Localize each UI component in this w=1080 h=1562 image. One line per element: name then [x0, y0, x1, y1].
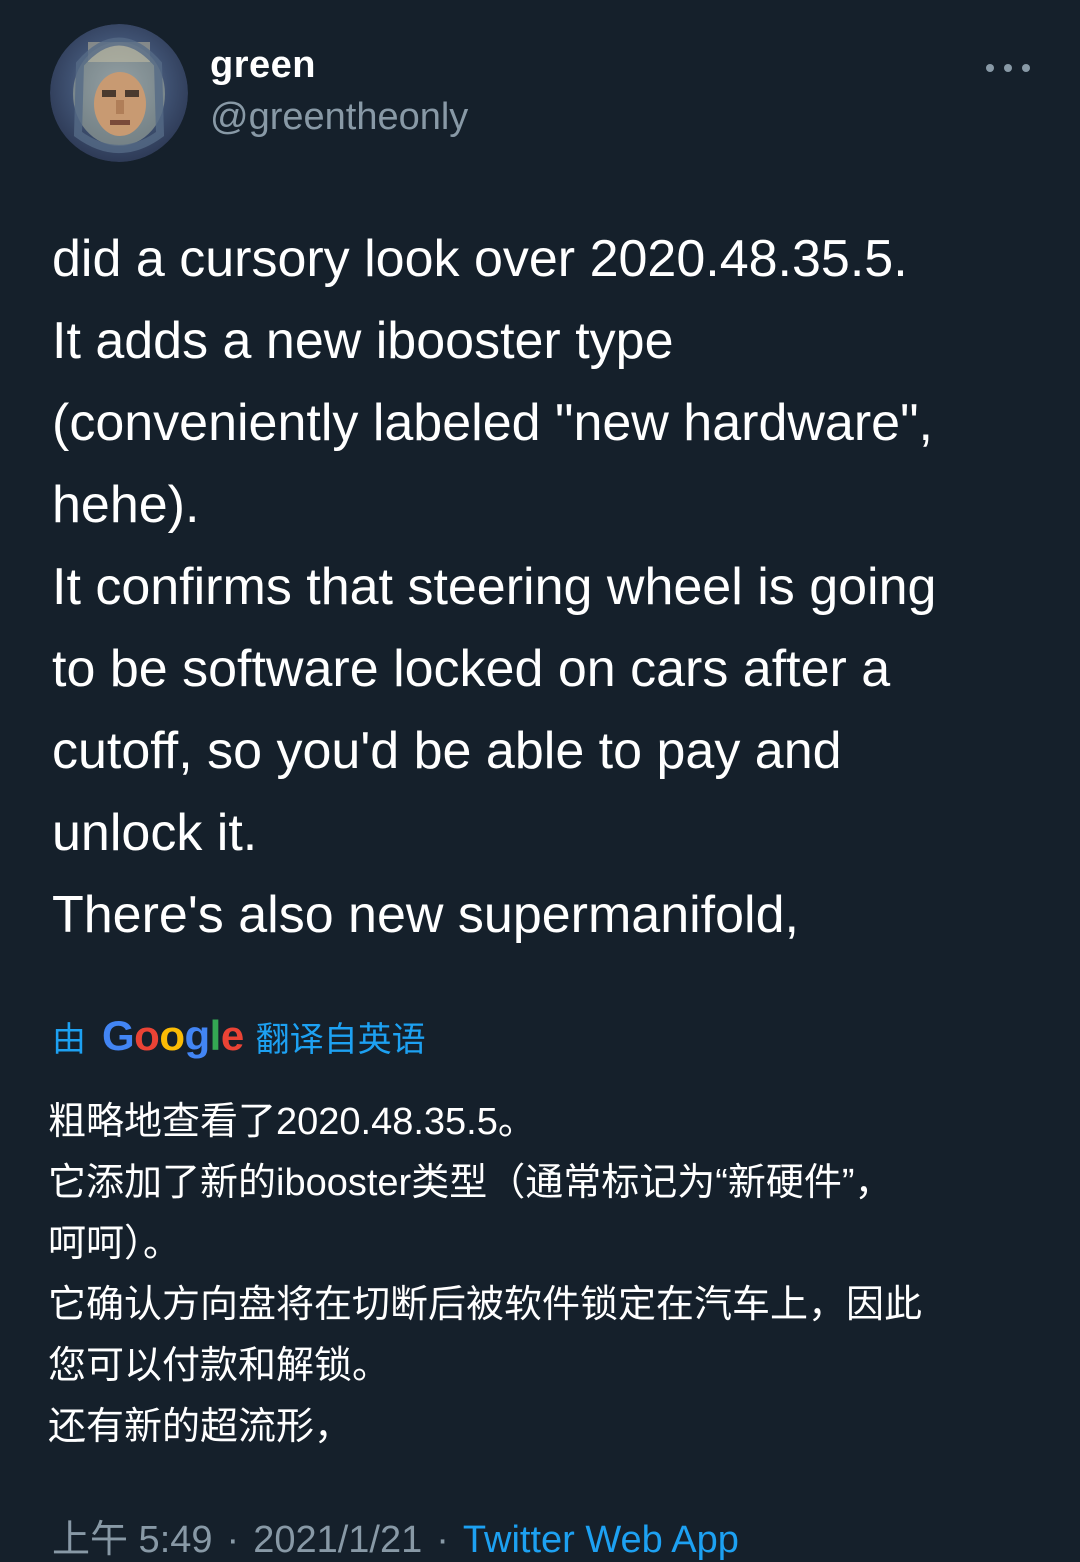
translated-line: 它添加了新的ibooster类型（通常标记为“新硬件”，: [48, 1162, 893, 1204]
translation-attribution[interactable]: 由 Google 翻译自英语: [52, 1008, 426, 1064]
more-dot: [1022, 64, 1030, 72]
tweet-line: (conveniently labeled "new hardware",: [52, 394, 933, 452]
author-name[interactable]: green: [210, 44, 316, 87]
google-logo: Google: [102, 1012, 244, 1059]
tweet-line: unlock it.: [52, 804, 258, 862]
more-options-icon[interactable]: [986, 60, 1030, 76]
translated-line: 呵呵）。: [48, 1223, 182, 1265]
tweet-meta: 上午 5:49 · 2021/1/21 · Twitter Web App: [52, 1508, 739, 1562]
translated-text: 粗略地查看了2020.48.35.5。 它添加了新的ibooster类型（通常标…: [48, 1092, 1038, 1458]
meta-separator: ·: [436, 1519, 449, 1561]
more-dot: [1004, 64, 1012, 72]
tweet-line: cutoff, so you'd be able to pay and: [52, 722, 842, 780]
more-dot: [986, 64, 994, 72]
tweet-text: did a cursory look over 2020.48.35.5. It…: [52, 218, 1042, 956]
tweet-source-link[interactable]: Twitter Web App: [463, 1519, 739, 1561]
tweet-line: There's also new supermanifold,: [52, 886, 799, 944]
meta-separator: ·: [226, 1519, 240, 1561]
translation-prefix: 由: [52, 1020, 86, 1059]
translation-suffix: 翻译自英语: [255, 1020, 426, 1059]
tweet-line: hehe).: [52, 476, 200, 534]
tweet-line: did a cursory look over 2020.48.35.5.: [52, 230, 908, 288]
tweet-time[interactable]: 上午 5:49: [52, 1519, 213, 1561]
tweet-line: It confirms that steering wheel is going: [52, 558, 937, 616]
avatar[interactable]: [50, 24, 188, 162]
translated-line: 粗略地查看了2020.48.35.5。: [48, 1101, 536, 1143]
tweet-line: to be software locked on cars after a: [52, 640, 891, 698]
author-handle[interactable]: @greentheonly: [210, 96, 468, 139]
translated-line: 您可以付款和解锁。: [48, 1345, 391, 1387]
translated-line: 还有新的超流形，: [48, 1406, 353, 1448]
tweet-line: It adds a new ibooster type: [52, 312, 674, 370]
tweet-date[interactable]: 2021/1/21: [253, 1519, 422, 1561]
avatar-image: [50, 24, 188, 162]
translated-line: 它确认方向盘将在切断后被软件锁定在汽车上，因此: [48, 1284, 923, 1326]
